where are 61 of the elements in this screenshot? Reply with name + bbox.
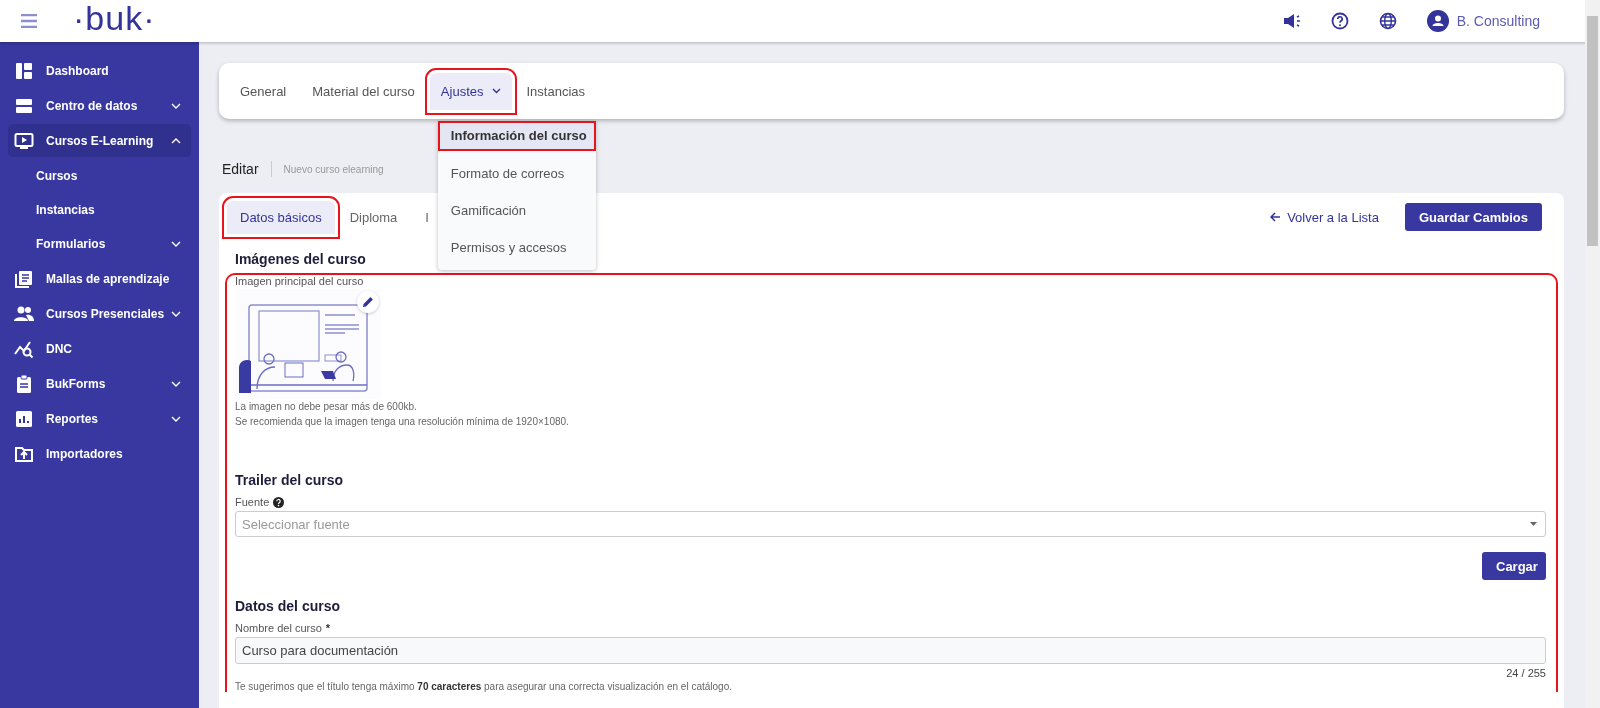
sidebar-item[interactable]: Dashboard [8, 54, 191, 87]
back-link[interactable]: Volver a la Lista [1270, 209, 1379, 225]
sidebar-item[interactable]: Centro de datos [8, 89, 191, 122]
arrow-left-icon [1270, 212, 1282, 222]
megaphone-icon[interactable] [1282, 13, 1301, 29]
chevron-icon [171, 380, 181, 387]
section-title: Imágenes del curso [235, 251, 366, 267]
chevron-icon [171, 102, 181, 109]
help-text: La imagen no debe pesar más de 600kb. [235, 400, 418, 414]
chevron-icon [171, 415, 181, 422]
help-text: Te sugerimos que el título tenga máximo 70 caracteres para asegurar una correcta visualización en el catálogo. [235, 681, 733, 692]
sidebar-item[interactable]: Reportes [8, 402, 191, 435]
form-tab[interactable]: Diploma [336, 200, 411, 234]
section-title: Datos del curso [235, 598, 341, 614]
sidebar-item[interactable]: Mallas de aprendizaje [8, 262, 191, 295]
sidebar-item[interactable]: Cursos E-Learning [8, 124, 191, 157]
field-label: Fuente [235, 496, 270, 508]
sidebar-item[interactable]: Cursos Presenciales [8, 297, 191, 330]
sidebar-item[interactable]: DNC [8, 332, 191, 365]
menu-item[interactable]: Información del curso [437, 120, 596, 151]
sidebar-subitem[interactable]: Formularios [8, 227, 191, 260]
sidebar-item-icon [14, 408, 34, 429]
scrollbar-thumb[interactable] [1587, 16, 1598, 246]
menu-item[interactable]: Formato de correos [437, 154, 596, 192]
save-button[interactable]: Guardar Cambios [1404, 203, 1542, 231]
logo[interactable]: ·buk· [73, 1, 156, 35]
sidebar-subitem[interactable]: Instancias [8, 193, 191, 226]
load-button[interactable]: Cargar [1482, 552, 1546, 580]
edit-image-button[interactable] [357, 291, 379, 313]
required-mark: * [325, 622, 331, 634]
section-tab[interactable]: Instancias [515, 72, 597, 110]
field-label: Imagen principal del curso [235, 275, 365, 287]
help-icon[interactable] [1330, 12, 1349, 30]
help-text: Se recomienda que la imagen tenga una resolución mínima de 1920×1080. [235, 415, 570, 429]
chevron-icon [491, 88, 501, 94]
scrollbar[interactable] [1585, 0, 1600, 708]
pencil-icon [362, 296, 374, 308]
help-icon[interactable] [273, 496, 285, 508]
sidebar-item[interactable]: Importadores [8, 437, 191, 470]
sidebar-item-icon [14, 60, 34, 81]
page-subtitle: Nuevo curso elearning [283, 163, 384, 175]
section-tab[interactable]: General [229, 72, 298, 110]
sidebar-item[interactable]: BukForms [8, 367, 191, 400]
sidebar-subitem[interactable]: Cursos [8, 159, 191, 192]
course-name-field[interactable]: Curso para documentación [235, 637, 1546, 664]
chevron-icon [171, 137, 181, 144]
chevron-icon [171, 240, 181, 247]
user-name[interactable]: B. Consulting [1456, 13, 1540, 29]
caret-icon [1530, 522, 1537, 526]
avatar-icon[interactable] [1426, 10, 1449, 32]
globe-icon[interactable] [1378, 12, 1397, 30]
page-title: Editar [222, 161, 272, 177]
character-counter: 24 / 255 [1505, 667, 1546, 679]
sidebar-item-icon [14, 130, 34, 151]
chevron-icon [171, 310, 181, 317]
sidebar-item-icon [14, 373, 34, 394]
menu-icon[interactable] [21, 14, 37, 28]
sidebar-item-icon [14, 268, 34, 289]
field-label: Nombre del curso [235, 622, 322, 634]
section-tab[interactable]: Material del curso [301, 72, 426, 110]
section-title: Trailer del curso [235, 472, 344, 488]
